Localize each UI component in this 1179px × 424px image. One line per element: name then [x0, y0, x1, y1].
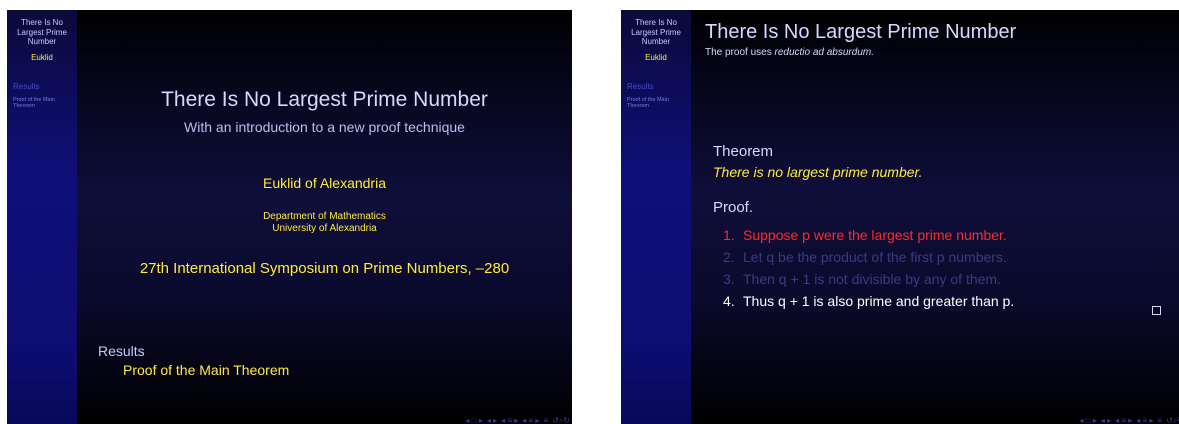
nav-slide-icon[interactable]: ◂ □ ▸: [1080, 416, 1097, 424]
step-number: 1.: [723, 227, 735, 243]
nav-search-icon[interactable]: ↺⌕↻: [552, 416, 570, 424]
nav-search-icon[interactable]: ↺⌕↻: [1166, 416, 1179, 424]
sidebar-author[interactable]: Euklid: [621, 53, 691, 62]
step-number: 4.: [723, 293, 735, 309]
step-text: Suppose p were the largest prime number.: [743, 227, 1007, 243]
presentation-author: Euklid of Alexandria: [263, 175, 386, 191]
proof-label: Proof.: [713, 199, 754, 216]
proof-step: 1. Suppose p were the largest prime numbe…: [723, 224, 1014, 246]
navigation-bar: ◂ □ ▸ ◂ ▸ ◂ ≡ ▸ ◂ ≡ ▸ ≡ ↺⌕↻: [1080, 416, 1179, 424]
sidebar: There Is No Largest Prime Number Euklid …: [7, 10, 77, 424]
title-slide: There Is No Largest Prime Number Euklid …: [7, 10, 572, 424]
sidebar-section-results[interactable]: Results: [13, 82, 77, 91]
sidebar-subsection-proof[interactable]: Proof of the Main Theorem: [13, 97, 77, 110]
proof-step: 4. Thus q + 1 is also prime and greater t…: [723, 290, 1014, 312]
proof-step: 3. Then q + 1 is not divisible by any of …: [723, 268, 1014, 290]
nav-align-icon[interactable]: ≡: [1157, 416, 1162, 424]
frame-title: There Is No Largest Prime Number: [705, 21, 1017, 43]
theorem-label: Theorem: [713, 143, 774, 160]
sidebar-subsection-proof[interactable]: Proof of the Main Theorem: [627, 97, 691, 110]
nav-frame-icon[interactable]: ◂ ▸: [487, 416, 497, 424]
qed-box-icon: [1152, 306, 1161, 315]
presentation-subtitle: With an introduction to a new proof tech…: [184, 119, 465, 135]
toc-section-results[interactable]: Results: [98, 343, 145, 359]
presentation-institute: Department of Mathematics University of …: [77, 211, 572, 234]
presentation-conference: 27th International Symposium on Prime Nu…: [139, 260, 510, 277]
nav-frame-icon[interactable]: ◂ ▸: [1101, 416, 1111, 424]
step-number: 2.: [723, 249, 735, 265]
nav-align-icon[interactable]: ≡: [543, 416, 548, 424]
sidebar: There Is No Largest Prime Number Euklid …: [621, 10, 691, 424]
nav-subsection-icon[interactable]: ◂ ≡ ▸: [501, 416, 518, 424]
frame-subtitle: The proof uses reductio ad absurdum.: [705, 47, 874, 58]
presentation-title: There Is No Largest Prime Number: [161, 88, 488, 111]
nav-slide-icon[interactable]: ◂ □ ▸: [466, 416, 483, 424]
proof-steps: 1. Suppose p were the largest prime numbe…: [723, 224, 1014, 312]
step-text: Thus q + 1 is also prime and greater tha…: [743, 293, 1015, 309]
sidebar-title[interactable]: There Is No Largest Prime Number: [7, 18, 77, 47]
theorem-text: There is no largest prime number.: [713, 164, 923, 180]
nav-section-icon[interactable]: ◂ ≡ ▸: [1136, 416, 1153, 424]
institute-line-1: Department of Mathematics: [263, 211, 386, 222]
frame-subtitle-prefix: The proof uses: [705, 47, 775, 58]
step-text: Then q + 1 is not divisible by any of th…: [743, 271, 1001, 287]
sidebar-title[interactable]: There Is No Largest Prime Number: [621, 18, 691, 47]
step-number: 3.: [723, 271, 735, 287]
institute-line-2: University of Alexandria: [272, 222, 377, 234]
toc-subsection-proof[interactable]: Proof of the Main Theorem: [123, 362, 289, 378]
nav-subsection-icon[interactable]: ◂ ≡ ▸: [1115, 416, 1132, 424]
step-text: Let q be the product of the first p numb…: [743, 249, 1007, 265]
navigation-bar: ◂ □ ▸ ◂ ▸ ◂ ≡ ▸ ◂ ≡ ▸ ≡ ↺⌕↻: [466, 416, 570, 424]
frame-subtitle-emphasis: reductio ad absurdum.: [774, 47, 874, 58]
nav-section-icon[interactable]: ◂ ≡ ▸: [522, 416, 539, 424]
proof-slide: There Is No Largest Prime Number Euklid …: [621, 10, 1179, 424]
proof-step: 2. Let q be the product of the first p nu…: [723, 246, 1014, 268]
sidebar-section-results[interactable]: Results: [627, 82, 691, 91]
sidebar-author[interactable]: Euklid: [7, 53, 77, 62]
